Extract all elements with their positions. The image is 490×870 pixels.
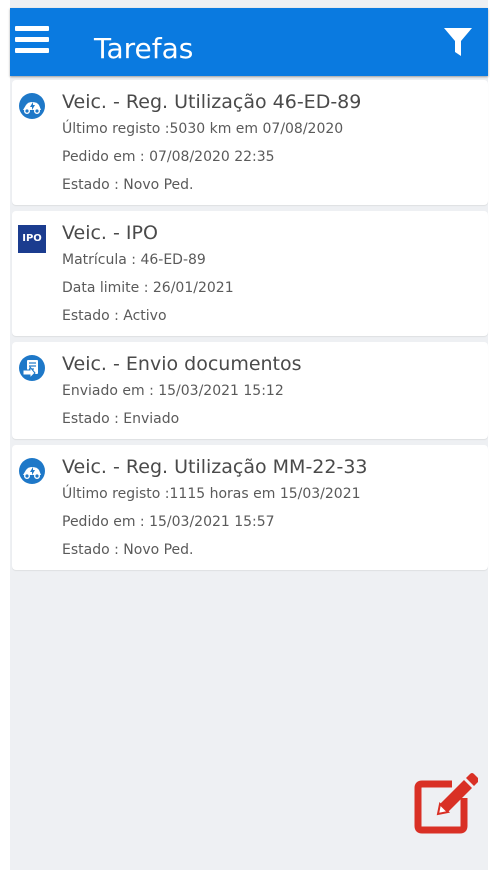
task-title: Veic. - Reg. Utilização MM-22-33 — [62, 456, 368, 478]
task-title: Veic. - IPO — [62, 222, 158, 244]
task-detail: Matrícula : 46-ED-89 — [62, 252, 206, 268]
task-status: Estado : Enviado — [62, 411, 180, 427]
edit-icon[interactable] — [412, 770, 478, 836]
vehicle-usage-icon — [19, 458, 45, 484]
task-title: Veic. - Envio documentos — [62, 353, 302, 375]
task-detail: Pedido em : 07/08/2020 22:35 — [62, 149, 275, 165]
task-detail: Último registo :5030 km em 07/08/2020 — [62, 121, 344, 137]
app-bar: Tarefas — [10, 8, 488, 76]
task-card[interactable]: Veic. - Reg. Utilização 46-ED-89 Último … — [12, 80, 488, 205]
task-detail: Último registo :1115 horas em 15/03/2021 — [62, 486, 361, 502]
filter-icon[interactable] — [442, 26, 474, 58]
page-title: Tarefas — [94, 32, 194, 65]
task-list: Veic. - Reg. Utilização 46-ED-89 Último … — [12, 80, 488, 576]
vehicle-usage-icon — [19, 93, 45, 119]
task-status: Estado : Novo Ped. — [62, 177, 194, 193]
task-title: Veic. - Reg. Utilização 46-ED-89 — [62, 91, 362, 113]
task-detail: Data limite : 26/01/2021 — [62, 280, 234, 296]
left-edge — [0, 0, 10, 870]
task-card[interactable]: IPO Veic. - IPO Matrícula : 46-ED-89 Dat… — [12, 211, 488, 336]
task-status: Estado : Novo Ped. — [62, 542, 194, 558]
task-detail: Enviado em : 15/03/2021 15:12 — [62, 383, 284, 399]
menu-icon[interactable] — [15, 26, 49, 54]
task-detail: Pedido em : 15/03/2021 15:57 — [62, 514, 275, 530]
task-card[interactable]: Veic. - Reg. Utilização MM-22-33 Último … — [12, 445, 488, 570]
task-status: Estado : Activo — [62, 308, 167, 324]
ipo-icon: IPO — [18, 225, 46, 253]
document-send-icon — [19, 355, 45, 381]
task-card[interactable]: Veic. - Envio documentos Enviado em : 15… — [12, 342, 488, 439]
